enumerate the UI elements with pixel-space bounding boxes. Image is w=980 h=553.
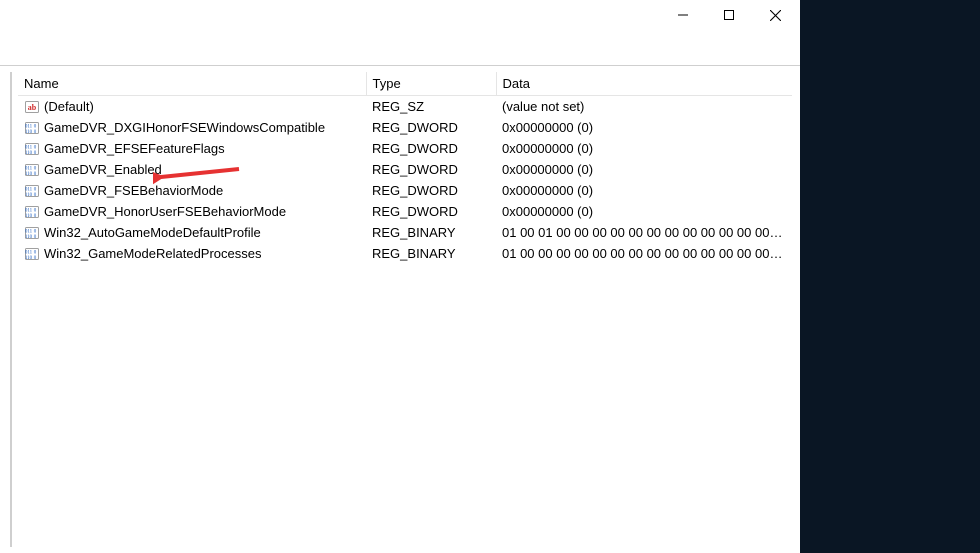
column-header-type[interactable]: Type [366, 72, 496, 96]
svg-text:110: 110 [25, 172, 33, 177]
value-name-label: Win32_AutoGameModeDefaultProfile [44, 225, 261, 240]
value-name-label: Win32_GameModeRelatedProcesses [44, 246, 262, 261]
svg-text:110: 110 [25, 151, 33, 156]
table-row[interactable]: 01101100 Win32_GameModeRelatedProcesses RE… [18, 243, 792, 264]
reg-binary-icon: 01101100 [24, 204, 40, 220]
svg-text:011: 011 [25, 229, 33, 234]
svg-text:011: 011 [25, 166, 33, 171]
value-data-cell: 0x00000000 (0) [496, 138, 792, 159]
value-data-cell: 0x00000000 (0) [496, 180, 792, 201]
titlebar[interactable] [0, 0, 800, 30]
value-type-cell: REG_DWORD [366, 159, 496, 180]
value-name-label: GameDVR_Enabled [44, 162, 162, 177]
svg-text:ab: ab [28, 103, 37, 112]
svg-text:110: 110 [25, 193, 33, 198]
table-row[interactable]: 01101100 GameDVR_Enabled REG_DWORD0x000000… [18, 159, 792, 180]
table-header-row[interactable]: Name Type Data [18, 72, 792, 96]
value-name-label: GameDVR_HonorUserFSEBehaviorMode [44, 204, 286, 219]
value-name-cell[interactable]: 01101100 GameDVR_EFSEFeatureFlags [18, 138, 366, 159]
reg-binary-icon: 01101100 [24, 183, 40, 199]
column-header-name[interactable]: Name [18, 72, 366, 96]
reg-binary-icon: 01101100 [24, 141, 40, 157]
svg-text:110: 110 [25, 256, 33, 261]
maximize-button[interactable] [706, 0, 752, 30]
menubar-area [0, 30, 800, 66]
table-row[interactable]: 01101100 GameDVR_DXGIHonorFSEWindowsCompa… [18, 117, 792, 138]
value-data-cell: (value not set) [496, 96, 792, 118]
svg-text:110: 110 [25, 130, 33, 135]
value-name-cell[interactable]: ab (Default) [18, 96, 366, 117]
value-data-cell: 0x00000000 (0) [496, 117, 792, 138]
value-type-cell: REG_SZ [366, 96, 496, 118]
minimize-button[interactable] [660, 0, 706, 30]
table-row[interactable]: ab (Default) REG_SZ(value not set) [18, 96, 792, 118]
values-table[interactable]: Name Type Data ab (Default) REG_SZ(value n… [18, 72, 792, 264]
value-type-cell: REG_BINARY [366, 243, 496, 264]
reg-binary-icon: 01101100 [24, 225, 40, 241]
value-type-cell: REG_BINARY [366, 222, 496, 243]
value-type-cell: REG_DWORD [366, 201, 496, 222]
svg-text:011: 011 [25, 124, 33, 129]
value-name-label: (Default) [44, 99, 94, 114]
value-name-cell[interactable]: 01101100 Win32_AutoGameModeDefaultProfile [18, 222, 366, 243]
table-row[interactable]: 01101100 GameDVR_FSEBehaviorMode REG_DWORD… [18, 180, 792, 201]
registry-editor-window: Name Type Data ab (Default) REG_SZ(value n… [0, 0, 800, 553]
value-name-label: GameDVR_DXGIHonorFSEWindowsCompatible [44, 120, 325, 135]
reg-binary-icon: 01101100 [24, 162, 40, 178]
value-data-cell: 0x00000000 (0) [496, 201, 792, 222]
value-name-cell[interactable]: 01101100 GameDVR_Enabled [18, 159, 366, 180]
value-name-cell[interactable]: 01101100 GameDVR_HonorUserFSEBehaviorMode [18, 201, 366, 222]
value-name-cell[interactable]: 01101100 Win32_GameModeRelatedProcesses [18, 243, 366, 264]
svg-text:110: 110 [25, 214, 33, 219]
column-header-data[interactable]: Data [496, 72, 792, 96]
reg-string-icon: ab [24, 99, 40, 115]
value-data-cell: 01 00 00 00 00 00 00 00 00 00 00 00 00 0… [496, 243, 792, 264]
svg-text:110: 110 [25, 235, 33, 240]
value-data-cell: 01 00 01 00 00 00 00 00 00 00 00 00 00 0… [496, 222, 792, 243]
tree-splitter[interactable] [0, 72, 12, 547]
close-button[interactable] [752, 0, 798, 30]
value-type-cell: REG_DWORD [366, 138, 496, 159]
values-list-pane[interactable]: Name Type Data ab (Default) REG_SZ(value n… [12, 66, 800, 553]
value-name-cell[interactable]: 01101100 GameDVR_FSEBehaviorMode [18, 180, 366, 201]
svg-text:011: 011 [25, 187, 33, 192]
svg-text:011: 011 [25, 250, 33, 255]
content-area: Name Type Data ab (Default) REG_SZ(value n… [0, 66, 800, 553]
desktop-background [800, 0, 980, 553]
value-name-cell[interactable]: 01101100 GameDVR_DXGIHonorFSEWindowsCompa… [18, 117, 366, 138]
reg-binary-icon: 01101100 [24, 246, 40, 262]
table-row[interactable]: 01101100 Win32_AutoGameModeDefaultProfile… [18, 222, 792, 243]
table-row[interactable]: 01101100 GameDVR_EFSEFeatureFlags REG_DWOR… [18, 138, 792, 159]
table-row[interactable]: 01101100 GameDVR_HonorUserFSEBehaviorMode… [18, 201, 792, 222]
value-name-label: GameDVR_FSEBehaviorMode [44, 183, 223, 198]
value-type-cell: REG_DWORD [366, 117, 496, 138]
value-type-cell: REG_DWORD [366, 180, 496, 201]
svg-text:011: 011 [25, 145, 33, 150]
value-data-cell: 0x00000000 (0) [496, 159, 792, 180]
svg-text:011: 011 [25, 208, 33, 213]
value-name-label: GameDVR_EFSEFeatureFlags [44, 141, 225, 156]
reg-binary-icon: 01101100 [24, 120, 40, 136]
